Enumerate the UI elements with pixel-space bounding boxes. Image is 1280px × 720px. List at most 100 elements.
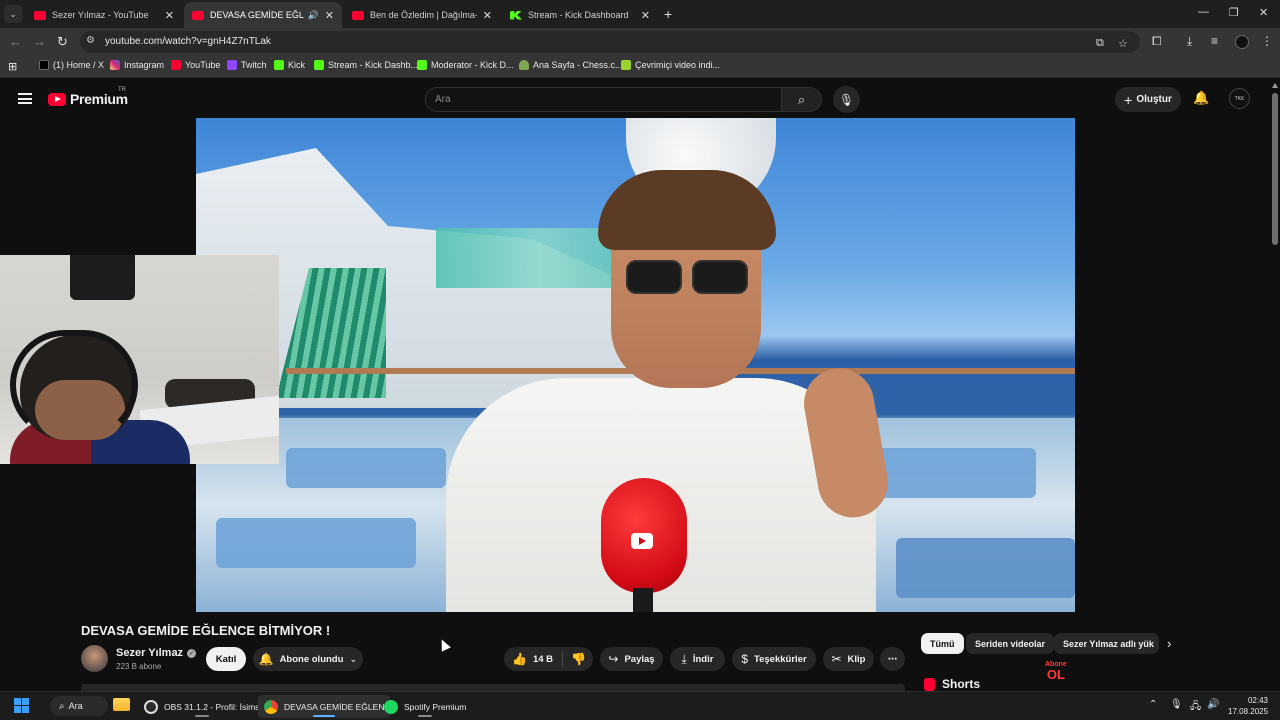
create-button[interactable]: + Oluştur xyxy=(1115,87,1181,112)
bookmark-kick-moderator[interactable]: Moderator - Kick D... xyxy=(417,60,514,70)
notifications-bell-icon[interactable]: 🔔 xyxy=(1193,90,1209,106)
tab-title: Stream - Kick Dashboard xyxy=(528,10,629,20)
subscribe-watermark[interactable]: Abone OL xyxy=(1045,661,1067,681)
tab-kick-dashboard[interactable]: Stream - Kick Dashboard ✕ xyxy=(502,2,658,28)
volume-icon[interactable]: 🔊 xyxy=(1207,699,1219,710)
chevron-right-icon[interactable]: › xyxy=(1167,636,1171,651)
running-indicator xyxy=(194,715,209,717)
bookmark-youtube[interactable]: YouTube xyxy=(171,60,220,70)
microphone-icon[interactable]: 🎙 xyxy=(1170,699,1183,710)
profile-avatar[interactable] xyxy=(1235,35,1249,49)
like-button[interactable]: 👍 14 B xyxy=(512,652,553,666)
video-player[interactable] xyxy=(196,118,1075,612)
clock-time: 02:43 xyxy=(1247,696,1268,705)
site-info-icon[interactable]: ⚙ xyxy=(86,35,95,46)
bookmark-instagram[interactable]: Instagram xyxy=(110,60,164,70)
bookmark-kick[interactable]: Kick xyxy=(274,60,305,70)
back-icon[interactable]: ← xyxy=(9,34,22,49)
thanks-label: Teşekkürler xyxy=(754,653,807,665)
tab-sezer-yilmaz-youtube[interactable]: Sezer Yılmaz - YouTube ✕ xyxy=(26,2,182,28)
scrollbar-thumb[interactable] xyxy=(1272,93,1278,245)
tab-active-video[interactable]: DEVASA GEMİDE EĞLENCE 🔊 ✕ xyxy=(184,2,342,28)
extensions-icon[interactable]: ⧠ xyxy=(1152,34,1162,49)
close-tab-icon[interactable]: ✕ xyxy=(483,9,492,22)
taskbar-app-chrome[interactable]: DEVASA GEMİDE EĞLEN xyxy=(258,695,391,718)
speaker-icon[interactable]: 🔊 xyxy=(308,10,319,21)
more-actions-button[interactable]: ⋯ xyxy=(880,647,905,671)
reading-list-icon[interactable]: ≡ xyxy=(1211,34,1218,48)
downloads-icon[interactable]: ⤓ xyxy=(1187,34,1192,49)
description-box[interactable] xyxy=(81,684,905,691)
bookmark-video-downloader[interactable]: Çevrimiçi video indi... xyxy=(621,60,720,70)
tab-search-icon[interactable]: ⌄ xyxy=(4,5,22,23)
youtube-premium-logo[interactable]: Premium TR xyxy=(48,87,128,107)
chrome-icon xyxy=(264,699,278,714)
tab-title: DEVASA GEMİDE EĞLENCE xyxy=(210,10,304,20)
running-indicator xyxy=(418,715,433,717)
bookmark-chess[interactable]: Ana Sayfa - Chess.c... xyxy=(519,60,623,70)
new-tab-icon[interactable]: + xyxy=(664,6,672,22)
windows-taskbar: ⌕ Ara OBS 31.1.2 - Profil: İsims DEVASA … xyxy=(0,691,1280,720)
chip-uploads[interactable]: Sezer Yılmaz adlı yük xyxy=(1054,633,1159,654)
account-avatar[interactable]: TKK xyxy=(1229,88,1250,109)
spotify-icon xyxy=(384,699,398,714)
close-tab-icon[interactable]: ✕ xyxy=(165,9,174,22)
bookmark-label: Twitch xyxy=(241,60,267,70)
bookmark-star-icon[interactable]: ☆ xyxy=(1118,37,1128,50)
bookmark-x[interactable]: (1) Home / X xyxy=(39,60,104,70)
channel-name-row[interactable]: Sezer Yılmaz ✓ xyxy=(116,647,197,659)
search-input[interactable]: Ara xyxy=(425,87,782,112)
search-icon: ⌕ xyxy=(59,700,65,712)
x-icon xyxy=(39,60,49,70)
taskbar-clock[interactable]: 02:43 17.08.2025 xyxy=(1228,695,1268,717)
windows-start-icon[interactable] xyxy=(14,698,29,713)
thumbs-down-icon[interactable]: 👎 xyxy=(571,652,586,666)
close-window-icon[interactable]: ✕ xyxy=(1259,6,1268,19)
video-title: DEVASA GEMİDE EĞLENCE BİTMİYOR ! xyxy=(81,623,331,638)
shorts-heading: Shorts xyxy=(924,677,980,691)
install-app-icon[interactable]: ⧉ xyxy=(1096,37,1104,50)
menu-icon[interactable] xyxy=(18,93,32,104)
file-explorer-icon[interactable] xyxy=(113,698,130,711)
join-button[interactable]: Katıl xyxy=(206,647,246,671)
taskbar-app-spotify[interactable]: Spotify Premium xyxy=(378,695,472,718)
close-tab-icon[interactable]: ✕ xyxy=(325,9,334,22)
kick-icon xyxy=(314,60,324,70)
subscribed-button[interactable]: 🔔 Abone olundu ⌄ xyxy=(253,647,363,671)
url-text[interactable]: youtube.com/watch?v=gnH4Z7nTLak xyxy=(105,36,271,47)
close-tab-icon[interactable]: ✕ xyxy=(641,9,650,22)
subscribed-label: Abone olundu xyxy=(279,653,344,665)
tab-ben-de-ozledim[interactable]: Ben de Özledim | Dağılma-Elek ✕ xyxy=(344,2,500,28)
search-button[interactable]: ⌕ xyxy=(781,87,822,112)
page-scrollbar[interactable] xyxy=(1270,79,1280,691)
share-button[interactable]: ↪ Paylaş xyxy=(600,647,663,671)
restore-icon[interactable]: ❐ xyxy=(1229,6,1239,19)
channel-name[interactable]: Sezer Yılmaz xyxy=(116,647,183,659)
download-icon: ⤓ xyxy=(681,651,687,666)
forward-icon[interactable]: → xyxy=(33,34,46,49)
chip-all[interactable]: Tümü xyxy=(921,633,964,654)
bookmark-kick-dashboard[interactable]: Stream - Kick Dashb... xyxy=(314,60,418,70)
voice-search-button[interactable]: 🎙 xyxy=(833,86,860,113)
apps-grid-icon[interactable]: ⊞ xyxy=(8,60,17,73)
reload-icon[interactable]: ↻ xyxy=(57,34,68,50)
taskbar-app-obs[interactable]: OBS 31.1.2 - Profil: İsims xyxy=(138,695,265,718)
chevron-down-icon: ⌄ xyxy=(349,653,358,665)
chip-series-videos[interactable]: Seriden videolar xyxy=(966,633,1055,654)
clip-button[interactable]: ✂ Klip xyxy=(823,647,874,671)
taskbar-search[interactable]: ⌕ Ara xyxy=(50,696,108,716)
address-bar[interactable]: ⚙ youtube.com/watch?v=gnH4Z7nTLak ⧉ ☆ xyxy=(80,31,1140,53)
video-frame-hair xyxy=(598,170,776,250)
share-icon: ↪ xyxy=(608,652,619,666)
chevron-up-icon[interactable]: ⌃ xyxy=(1149,699,1157,710)
more-menu-icon[interactable]: ⋮ xyxy=(1261,34,1273,48)
download-icon xyxy=(621,60,631,70)
minimize-icon[interactable]: — xyxy=(1198,6,1209,18)
channel-avatar[interactable] xyxy=(81,645,108,672)
more-horizontal-icon: ⋯ xyxy=(887,653,898,665)
download-button[interactable]: ⤓ İndir xyxy=(670,647,725,671)
scroll-up-icon[interactable] xyxy=(1272,83,1278,88)
network-icon[interactable]: 🖧 xyxy=(1190,699,1201,716)
bookmark-twitch[interactable]: Twitch xyxy=(227,60,267,70)
thanks-button[interactable]: $ Teşekkürler xyxy=(732,647,816,671)
